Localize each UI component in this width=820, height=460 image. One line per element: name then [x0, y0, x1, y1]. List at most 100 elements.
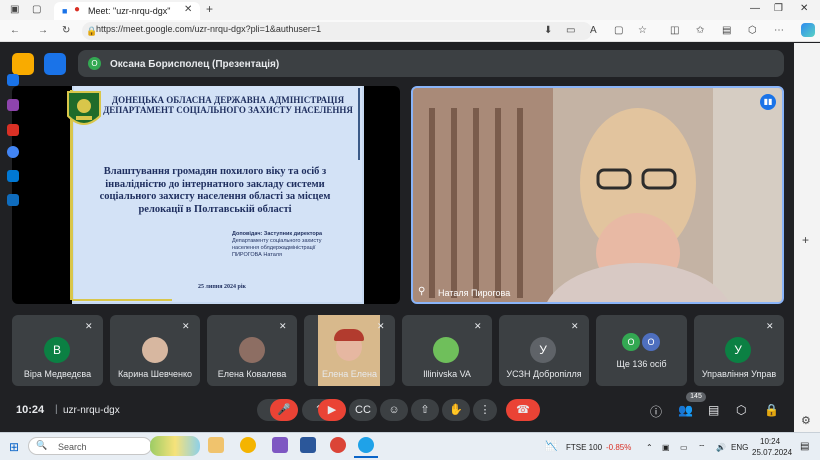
participants-count: 145 — [686, 392, 706, 402]
participant-avatar: О — [622, 333, 640, 351]
activities-button[interactable] — [12, 53, 34, 75]
speaking-indicator-icon: ▮▮ — [760, 94, 776, 110]
participant-tile[interactable]: В ✕ Віра Медведєва — [12, 315, 103, 386]
participant-tile[interactable]: У ✕ Управління Управ — [694, 315, 784, 386]
more-options-icon[interactable]: ⋮ — [473, 399, 497, 421]
participant-hair — [334, 329, 364, 341]
taskbar-time[interactable]: 10:24 — [760, 437, 780, 446]
participant-name: Елена Елена — [322, 369, 377, 379]
present-icon[interactable]: ⇧ — [411, 399, 439, 421]
mic-off-icon: ✕ — [377, 321, 385, 331]
new-tab-icon[interactable]: + — [206, 3, 213, 15]
chrome-icon[interactable] — [240, 437, 256, 453]
separator: | — [55, 404, 58, 415]
collections-icon[interactable]: ▤ — [722, 25, 731, 37]
taskbar-date[interactable]: 25.07.2024 — [752, 448, 792, 457]
speaker-name: Наталя Пирогова — [438, 288, 511, 298]
mic-permission-icon[interactable]: ⬇ — [544, 25, 552, 37]
reload-icon[interactable]: ↻ — [62, 25, 70, 37]
forward-icon[interactable]: → — [38, 25, 48, 37]
split-screen-icon[interactable]: ◫ — [670, 25, 679, 37]
participant-avatar: У — [530, 337, 556, 363]
back-icon[interactable]: ← — [10, 25, 20, 37]
more-participants-tile[interactable]: О О Ще 136 осіб — [596, 315, 687, 386]
language-indicator[interactable]: ENG — [731, 443, 748, 452]
participant-avatar: В — [44, 337, 70, 363]
close-window-icon[interactable]: ✕ — [800, 3, 808, 14]
participant-photo — [239, 337, 265, 363]
participant-avatar: О — [642, 333, 660, 351]
pin-icon[interactable]: ⚲ — [418, 286, 425, 297]
read-aloud-icon[interactable]: A — [590, 25, 597, 37]
speaker-video[interactable] — [411, 86, 784, 304]
host-controls-icon[interactable]: 🔒 — [764, 403, 779, 417]
more-icon[interactable]: ⋯ — [774, 25, 784, 37]
sidebar-tools-icon[interactable] — [7, 99, 19, 111]
search-placeholder: Search — [58, 442, 87, 452]
viber-icon[interactable] — [272, 437, 288, 453]
leave-call-icon[interactable]: ☎ — [506, 399, 540, 421]
word-icon[interactable] — [300, 437, 316, 453]
browser-profile-icon[interactable]: ▣ — [10, 4, 19, 16]
activities-icon[interactable]: ⬡ — [736, 403, 746, 417]
meet-favicon-icon: ■ — [62, 6, 68, 16]
participant-tile[interactable]: ✕ Карина Шевченко — [110, 315, 200, 386]
participant-tile[interactable]: ✕ Елена Ковалева — [207, 315, 297, 386]
sidebar-shopping-icon[interactable] — [7, 74, 19, 86]
sidebar-settings-icon[interactable]: ⚙ — [801, 414, 811, 427]
sidebar-add-icon[interactable]: + — [802, 233, 809, 247]
participant-avatar: У — [725, 337, 751, 363]
participant-name: Віра Медведєва — [23, 369, 92, 379]
raise-hand-icon[interactable]: ✋ — [442, 399, 470, 421]
meeting-info-icon[interactable]: ⓘ — [650, 403, 662, 420]
start-icon[interactable]: ⊞ — [9, 440, 19, 454]
participant-name: Управління Управ — [701, 369, 777, 379]
slide-speaker-2: Департаменту соціального захисту — [232, 238, 322, 244]
recording-icon: ● — [74, 4, 81, 15]
participant-photo — [142, 337, 168, 363]
camera-toggle-icon[interactable]: ▶ — [318, 399, 346, 421]
camera-permission-icon[interactable]: ▭ — [566, 25, 575, 37]
tray-arrow-icon[interactable]: ⌃ — [646, 443, 653, 452]
mic-off-icon: ✕ — [571, 321, 579, 331]
chat-icon[interactable]: ▤ — [708, 403, 719, 417]
notifications-icon[interactable]: ▤ — [800, 441, 809, 452]
people-icon[interactable]: 👥 — [678, 403, 693, 417]
file-explorer-icon[interactable] — [208, 437, 224, 453]
chrome-profile-icon[interactable] — [330, 437, 346, 453]
extensions-icon[interactable]: ⬡ — [748, 25, 757, 37]
emoji-icon[interactable]: ☺ — [380, 399, 408, 421]
active-app-indicator — [354, 456, 378, 458]
sidebar-office-icon[interactable] — [7, 146, 19, 158]
app-available-icon[interactable]: ▢ — [614, 25, 623, 37]
participant-tile[interactable]: У ✕ УСЗН Добропілля — [499, 315, 589, 386]
sidebar-outlook-icon[interactable] — [7, 170, 19, 182]
mic-toggle-icon[interactable]: 🎤 — [270, 399, 298, 421]
wifi-icon[interactable]: ⌔ — [698, 443, 706, 453]
edge-icon[interactable] — [358, 437, 374, 453]
slide-speaker-1: Доповідач: Заступник директора — [232, 231, 323, 237]
captions-icon[interactable]: CC — [349, 399, 377, 421]
participant-tile[interactable]: ✕ Елена Елена — [304, 315, 395, 386]
participant-photo — [433, 337, 459, 363]
favorite-icon[interactable]: ☆ — [638, 25, 647, 37]
more-participants-label: Ще 136 осіб — [616, 359, 667, 369]
sidebar-games-icon[interactable] — [7, 124, 19, 136]
maximize-icon[interactable]: ❐ — [774, 3, 783, 14]
tray-app-icon[interactable]: ▣ — [662, 443, 670, 452]
slide-speaker-4: ПИРОГОВА Наталя — [232, 252, 282, 258]
sidebar-drop-icon[interactable] — [7, 194, 19, 206]
search-icon: 🔍 — [36, 440, 48, 450]
participant-tile[interactable]: ✕ Illinivska VA — [402, 315, 492, 386]
close-tab-icon[interactable]: ✕ — [184, 4, 192, 16]
minimize-icon[interactable]: — — [750, 3, 760, 14]
mic-off-icon: ✕ — [182, 321, 190, 331]
layout-button[interactable] — [44, 53, 66, 75]
copilot-icon[interactable] — [801, 23, 815, 37]
tab-actions-icon[interactable]: ▢ — [32, 4, 41, 16]
mic-off-icon: ✕ — [279, 321, 287, 331]
favorites-icon[interactable]: ✩ — [696, 25, 704, 37]
volume-icon[interactable]: 🔊 — [716, 443, 726, 452]
network-icon[interactable]: ▭ — [680, 443, 688, 452]
url-text: https://meet.google.com/uzr-nrqu-dgx?pli… — [96, 24, 322, 34]
